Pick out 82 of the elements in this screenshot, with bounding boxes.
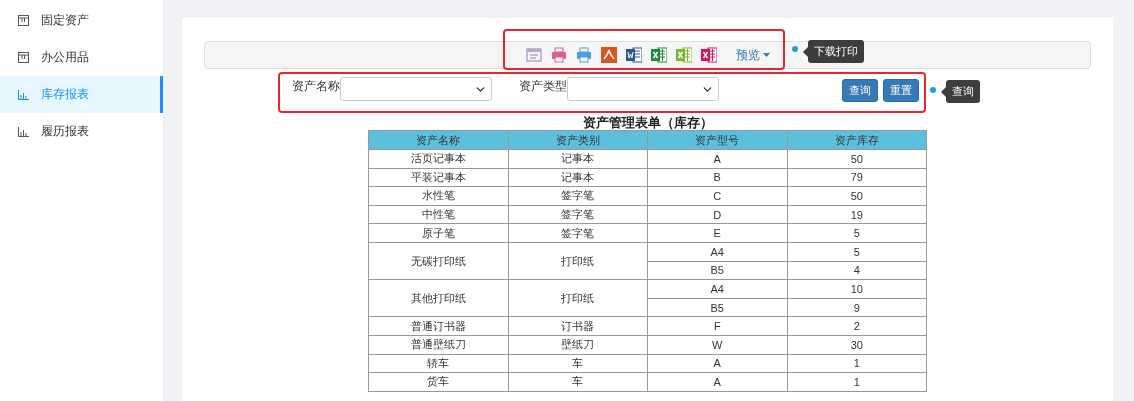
table-cell: 平装记事本 — [368, 168, 508, 187]
tooltip-pointer — [803, 46, 808, 57]
marker-dot — [930, 87, 936, 93]
table-cell: F — [647, 316, 787, 336]
table-cell: 普通壁纸刀 — [368, 335, 508, 355]
table-cell: 1 — [787, 372, 927, 392]
table-cell: 水性笔 — [368, 186, 508, 206]
table-cell: 货车 — [368, 372, 508, 392]
tooltip: 下载打印 — [808, 40, 864, 63]
sidebar-item[interactable]: 固定资产 — [0, 2, 163, 39]
table-cell: A — [647, 149, 787, 169]
spreadsheet-icon[interactable] — [675, 47, 692, 63]
tooltip: 查询 — [946, 80, 980, 103]
table-cell: 活页记事本 — [368, 149, 508, 169]
table-cell: 记事本 — [508, 168, 648, 187]
caret-icon — [762, 53, 770, 57]
field-label: 资产名称 — [292, 78, 340, 95]
table-cell: 1 — [787, 354, 927, 373]
printer-icon[interactable] — [575, 47, 592, 63]
sidebar-item[interactable]: 库存报表 — [0, 76, 163, 113]
table-cell: 4 — [787, 261, 927, 280]
table-cell: B5 — [647, 261, 787, 280]
table-cell: A4 — [647, 279, 787, 299]
table-icon — [18, 15, 29, 26]
pdf-icon[interactable] — [600, 47, 617, 63]
tooltip-pointer — [941, 86, 946, 97]
table-cell: E — [647, 223, 787, 243]
table-cell: B — [647, 168, 787, 187]
table-title: 资产管理表单（库存） — [581, 114, 714, 130]
printer-icon[interactable] — [550, 47, 567, 63]
table-cell: 壁纸刀 — [508, 335, 648, 355]
table-cell: 19 — [787, 205, 927, 224]
field-label: 资产类型 — [519, 78, 567, 95]
table-cell: A4 — [647, 242, 787, 262]
table-cell: 打印纸 — [508, 242, 648, 280]
table-cell: 打印纸 — [508, 279, 648, 317]
table-cell: C — [647, 186, 787, 206]
column-header: 资产库存 — [787, 130, 927, 150]
table-cell: 5 — [787, 242, 927, 262]
select-field[interactable] — [567, 77, 719, 101]
table-cell: 9 — [787, 298, 927, 317]
table-cell: 签字笔 — [508, 205, 648, 224]
column-header: 资产名称 — [368, 130, 508, 150]
reset-button[interactable]: 重置 — [883, 79, 919, 102]
spreadsheet-icon[interactable] — [700, 47, 717, 63]
bar-chart-icon — [18, 89, 29, 100]
table-cell: D — [647, 205, 787, 224]
column-header: 资产型号 — [647, 130, 787, 150]
table-cell: 车 — [508, 372, 648, 392]
table-cell: 中性笔 — [368, 205, 508, 224]
table-cell: A — [647, 372, 787, 392]
marker-dot — [792, 46, 798, 52]
table-cell: 30 — [787, 335, 927, 355]
document-icon[interactable] — [625, 47, 642, 63]
table-cell: 无碳打印纸 — [368, 242, 508, 280]
table-cell: 车 — [508, 354, 648, 373]
table-cell: 原子笔 — [368, 223, 508, 243]
table-cell: 轿车 — [368, 354, 508, 373]
table-cell: 其他打印纸 — [368, 279, 508, 317]
sidebar-item[interactable]: 办公用品 — [0, 39, 163, 76]
table-cell: 签字笔 — [508, 223, 648, 243]
query-button[interactable]: 查询 — [842, 79, 878, 102]
column-header: 资产类别 — [508, 130, 648, 150]
table-cell: 50 — [787, 186, 927, 206]
table-cell: 10 — [787, 279, 927, 299]
bar-chart-icon — [18, 126, 29, 137]
spreadsheet-icon[interactable] — [650, 47, 667, 63]
table-cell: B5 — [647, 298, 787, 317]
table-icon — [18, 52, 29, 63]
table-cell: 订书器 — [508, 316, 648, 336]
table-cell: 5 — [787, 223, 927, 243]
table-cell: 50 — [787, 149, 927, 169]
table-cell: 签字笔 — [508, 186, 648, 206]
table-cell: A — [647, 354, 787, 373]
preview-dropdown[interactable]: 预览 — [735, 46, 770, 64]
select-field[interactable] — [340, 77, 492, 101]
table-cell: 记事本 — [508, 149, 648, 169]
table-cell: 79 — [787, 168, 927, 187]
table-cell: W — [647, 335, 787, 355]
sidebar-item[interactable]: 履历报表 — [0, 113, 163, 150]
table-cell: 普通订书器 — [368, 316, 508, 336]
table-cell: 2 — [787, 316, 927, 336]
